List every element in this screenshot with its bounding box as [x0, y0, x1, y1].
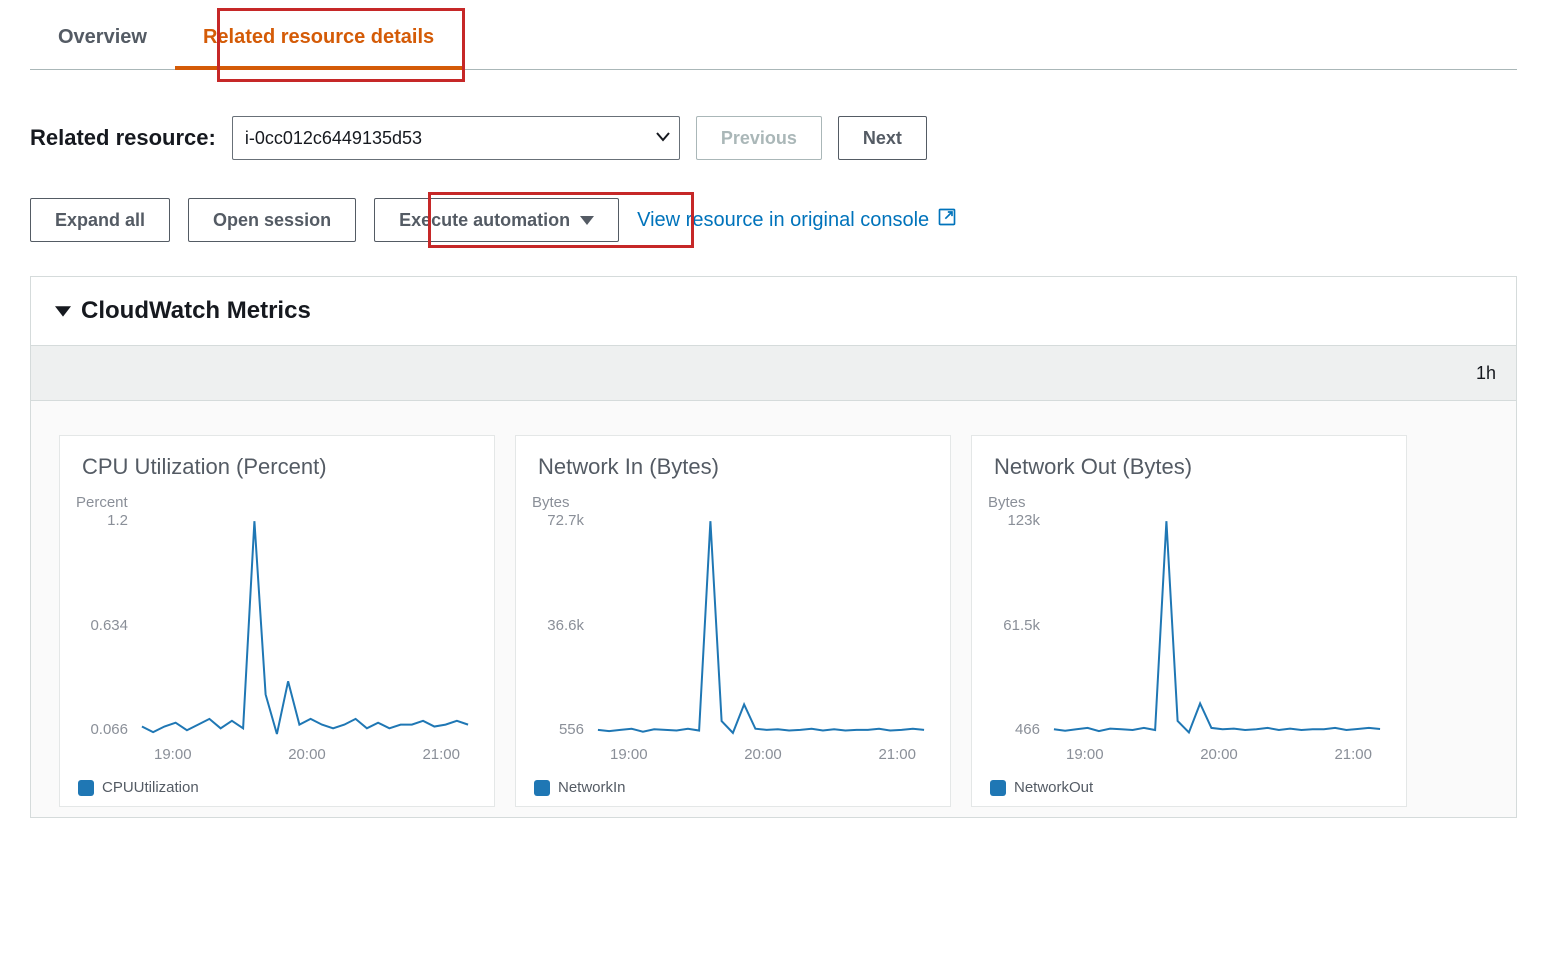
- resource-select[interactable]: i-0cc012c6449135d53: [232, 116, 680, 160]
- chart-network-out: Network Out (Bytes) Bytes 123k 61.5k 466…: [971, 435, 1407, 807]
- legend-swatch: [990, 780, 1006, 796]
- caret-down-icon: [55, 297, 71, 325]
- execute-automation-button[interactable]: Execute automation: [374, 198, 619, 242]
- legend-label: NetworkIn: [558, 779, 626, 796]
- chart-title: Network Out (Bytes): [994, 454, 1390, 480]
- x-axis-labels: 19:00 20:00 21:00: [598, 746, 928, 763]
- y-axis-labels: 1.2 0.634 0.066: [78, 513, 134, 737]
- time-range-value[interactable]: 1h: [1476, 363, 1496, 384]
- chart-title: CPU Utilization (Percent): [82, 454, 478, 480]
- chart-cpu-utilization: CPU Utilization (Percent) Percent 1.2 0.…: [59, 435, 495, 807]
- chart-svg: [594, 517, 928, 739]
- chart-title: Network In (Bytes): [538, 454, 934, 480]
- plot-area: 1.2 0.634 0.066 19:00 20:00 21:00: [78, 513, 478, 773]
- charts-container: CPU Utilization (Percent) Percent 1.2 0.…: [31, 401, 1516, 817]
- legend-swatch: [78, 780, 94, 796]
- panel-body: 1h CPU Utilization (Percent) Percent 1.2…: [31, 345, 1516, 817]
- chart-legend: CPUUtilization: [78, 779, 478, 796]
- legend-label: NetworkOut: [1014, 779, 1093, 796]
- open-session-button[interactable]: Open session: [188, 198, 356, 242]
- x-axis-labels: 19:00 20:00 21:00: [1054, 746, 1384, 763]
- cloudwatch-metrics-panel: CloudWatch Metrics 1h CPU Utilization (P…: [30, 276, 1517, 818]
- x-axis-labels: 19:00 20:00 21:00: [142, 746, 472, 763]
- plot-area: 123k 61.5k 466 19:00 20:00 21:00: [990, 513, 1390, 773]
- chart-unit: Bytes: [532, 494, 934, 511]
- legend-label: CPUUtilization: [102, 779, 199, 796]
- tab-overview[interactable]: Overview: [30, 8, 175, 69]
- caret-down-icon: [580, 210, 594, 231]
- y-axis-labels: 72.7k 36.6k 556: [534, 513, 590, 737]
- resource-select-wrap: i-0cc012c6449135d53: [232, 116, 680, 160]
- legend-swatch: [534, 780, 550, 796]
- panel-title: CloudWatch Metrics: [81, 297, 311, 325]
- chart-svg: [1050, 517, 1384, 739]
- tab-related-resource-details[interactable]: Related resource details: [175, 8, 462, 69]
- actions-row: Expand all Open session Execute automati…: [30, 198, 1517, 242]
- related-resource-row: Related resource: i-0cc012c6449135d53 Pr…: [30, 116, 1517, 160]
- chart-legend: NetworkOut: [990, 779, 1390, 796]
- chart-unit: Bytes: [988, 494, 1390, 511]
- execute-automation-label: Execute automation: [399, 210, 570, 231]
- y-axis-labels: 123k 61.5k 466: [990, 513, 1046, 737]
- panel-header[interactable]: CloudWatch Metrics: [31, 277, 1516, 345]
- chart-network-in: Network In (Bytes) Bytes 72.7k 36.6k 556…: [515, 435, 951, 807]
- related-resource-label: Related resource:: [30, 125, 216, 151]
- tabs-bar: Overview Related resource details: [30, 8, 1517, 70]
- next-button[interactable]: Next: [838, 116, 927, 160]
- chart-unit: Percent: [76, 494, 478, 511]
- expand-all-button[interactable]: Expand all: [30, 198, 170, 242]
- view-resource-link-label: View resource in original console: [637, 209, 929, 232]
- external-link-icon: [937, 207, 957, 233]
- chart-legend: NetworkIn: [534, 779, 934, 796]
- plot-area: 72.7k 36.6k 556 19:00 20:00 21:00: [534, 513, 934, 773]
- view-resource-original-console-link[interactable]: View resource in original console: [637, 207, 957, 233]
- time-range-toolbar: 1h: [31, 345, 1516, 401]
- chart-svg: [138, 517, 472, 739]
- previous-button[interactable]: Previous: [696, 116, 822, 160]
